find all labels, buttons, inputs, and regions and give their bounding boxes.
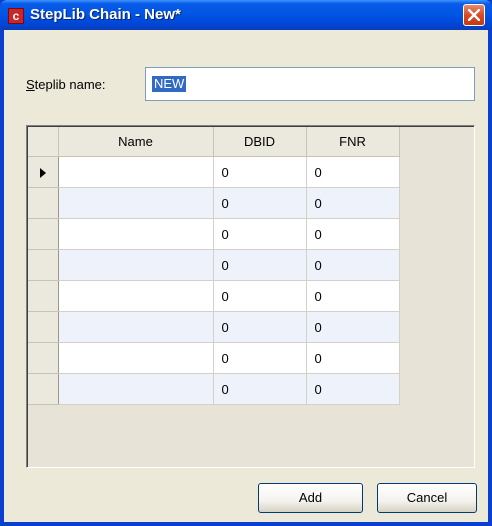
fnr-cell[interactable]: 0 — [306, 280, 400, 312]
name-cell[interactable] — [58, 311, 214, 343]
dbid-cell[interactable]: 0 — [213, 187, 307, 219]
name-cell[interactable] — [58, 280, 214, 312]
steplib-name-label: Steplib name: — [26, 77, 106, 92]
name-cell[interactable] — [58, 218, 214, 250]
dbid-cell[interactable]: 0 — [213, 280, 307, 312]
table-row[interactable]: 0 0 — [28, 187, 400, 219]
close-icon — [468, 9, 480, 21]
row-header[interactable] — [28, 156, 59, 188]
dbid-cell[interactable]: 0 — [213, 373, 307, 405]
name-cell[interactable] — [58, 249, 214, 281]
window-title: StepLib Chain - New* — [30, 6, 181, 23]
table-row[interactable]: 0 0 — [28, 249, 400, 281]
row-header[interactable] — [28, 280, 59, 312]
cancel-button[interactable]: Cancel — [377, 483, 477, 513]
dbid-cell[interactable]: 0 — [213, 249, 307, 281]
row-header[interactable] — [28, 373, 59, 405]
dbid-cell[interactable]: 0 — [213, 156, 307, 188]
accelerator-key: S — [26, 77, 35, 92]
table-row[interactable]: 0 0 — [28, 373, 400, 405]
table-row[interactable]: 0 0 — [28, 156, 400, 188]
table-row[interactable]: 0 0 — [28, 280, 400, 312]
dbid-cell[interactable]: 0 — [213, 311, 307, 343]
fnr-cell[interactable]: 0 — [306, 156, 400, 188]
table-row[interactable]: 0 0 — [28, 311, 400, 343]
column-header-dbid[interactable]: DBID — [213, 127, 307, 157]
fnr-cell[interactable]: 0 — [306, 342, 400, 374]
close-button[interactable] — [463, 4, 485, 26]
fnr-cell[interactable]: 0 — [306, 218, 400, 250]
column-header-fnr[interactable]: FNR — [306, 127, 400, 157]
fnr-cell[interactable]: 0 — [306, 249, 400, 281]
grid-corner[interactable] — [28, 127, 59, 157]
name-cell[interactable] — [58, 373, 214, 405]
name-cell[interactable] — [58, 187, 214, 219]
add-button[interactable]: Add — [258, 483, 363, 513]
row-header[interactable] — [28, 187, 59, 219]
column-header-name[interactable]: Name — [58, 127, 214, 157]
dbid-cell[interactable]: 0 — [213, 342, 307, 374]
fnr-cell[interactable]: 0 — [306, 373, 400, 405]
grid-header-row: Name DBID FNR — [28, 127, 400, 157]
row-header[interactable] — [28, 218, 59, 250]
row-header[interactable] — [28, 342, 59, 374]
steplib-grid: Name DBID FNR 0 0 0 0 0 0 0 0 0 0 0 0 0 … — [28, 127, 400, 405]
row-pointer-icon — [39, 168, 46, 179]
name-cell[interactable] — [58, 342, 214, 374]
table-row[interactable]: 0 0 — [28, 342, 400, 374]
row-header[interactable] — [28, 249, 59, 281]
row-header[interactable] — [28, 311, 59, 343]
app-icon: c — [8, 8, 24, 24]
steplib-name-value: NEW — [152, 76, 187, 92]
fnr-cell[interactable]: 0 — [306, 187, 400, 219]
title-bar[interactable]: c StepLib Chain - New* — [0, 0, 492, 30]
table-row[interactable]: 0 0 — [28, 218, 400, 250]
name-cell[interactable] — [58, 156, 214, 188]
fnr-cell[interactable]: 0 — [306, 311, 400, 343]
dbid-cell[interactable]: 0 — [213, 218, 307, 250]
steplib-name-label-text: teplib name: — [34, 77, 106, 92]
steplib-name-input[interactable]: NEW — [145, 67, 475, 101]
